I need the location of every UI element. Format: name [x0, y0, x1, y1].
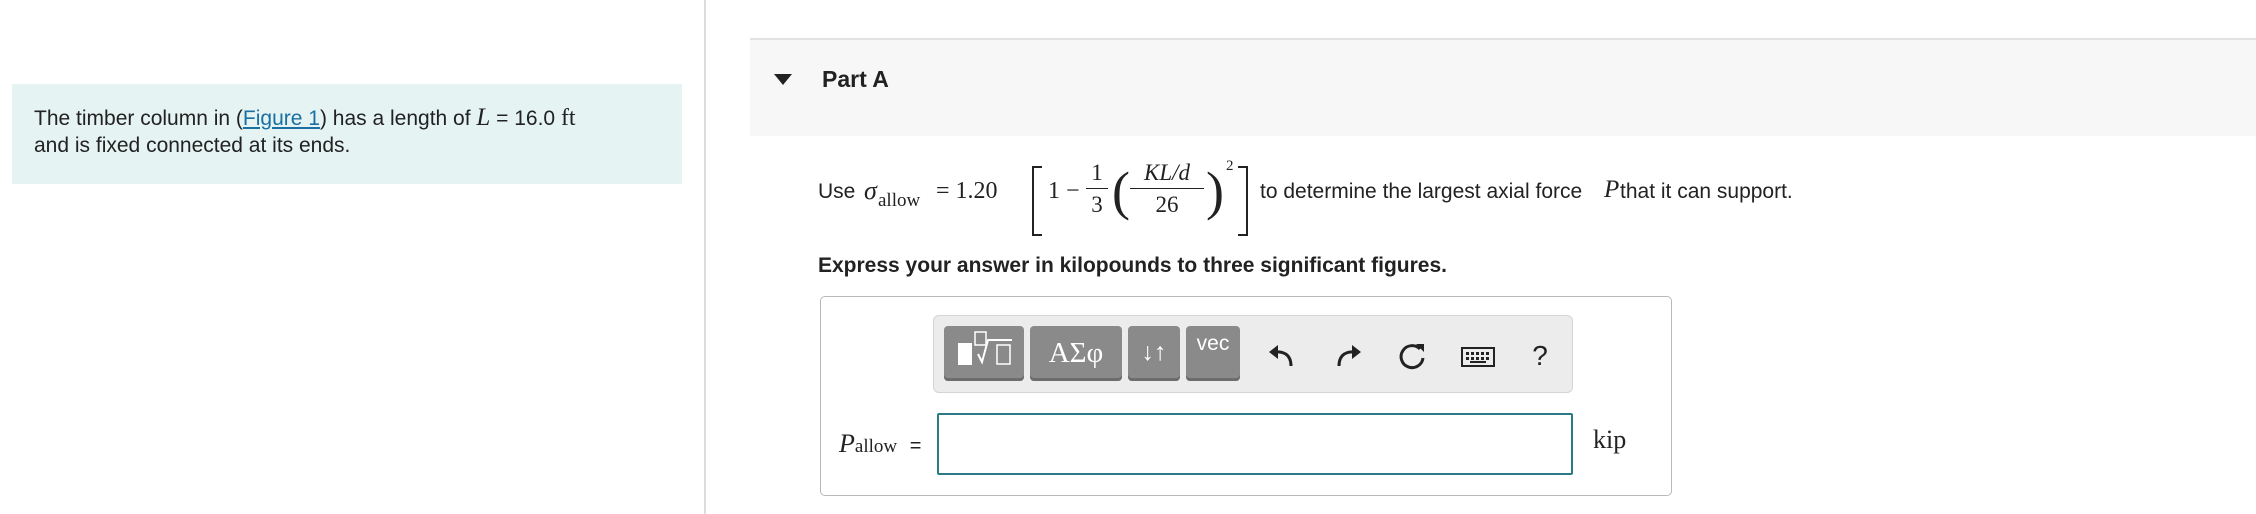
- answer-equals: =: [909, 435, 922, 457]
- figure-link[interactable]: Figure 1: [243, 107, 320, 130]
- exponent: 2: [1226, 158, 1234, 174]
- instruction-suffix: to determine the largest axial force: [1260, 180, 1583, 203]
- force-symbol: P: [1604, 176, 1620, 203]
- subscript-superscript-button[interactable]: ↓↑: [1128, 326, 1180, 381]
- greek-symbols-button[interactable]: ΑΣφ: [1030, 326, 1122, 381]
- sigma-symbol: σ: [864, 176, 877, 205]
- sigma-subscript: allow: [878, 190, 921, 211]
- question-pane: Part A Use σ allow = 1.20 1 − 1 3 ( KL/d…: [706, 0, 2256, 514]
- left-bracket: [1032, 166, 1042, 236]
- answer-panel: ΑΣφ ↓↑ vec ? Pallow = kip: [820, 296, 1672, 496]
- answer-label: Pallow =: [839, 429, 921, 459]
- fraction-one-third: 1 3: [1086, 160, 1108, 218]
- instruction-formula: Use σ allow = 1.20 1 − 1 3 ( KL/d 26 ) 2…: [818, 158, 2218, 238]
- problem-line-2: and is fixed connected at its ends.: [34, 134, 351, 157]
- fraction-denominator: 26: [1155, 192, 1179, 217]
- collapse-caret-icon[interactable]: [774, 74, 792, 85]
- fraction-numerator: KL/d: [1130, 160, 1204, 189]
- part-header[interactable]: [750, 40, 2256, 136]
- unit-label: kip: [1593, 425, 1627, 454]
- length-unit: ft: [560, 105, 576, 131]
- left-paren: (: [1112, 161, 1130, 221]
- problem-text: ) has a length of: [319, 107, 477, 130]
- answer-symbol: P: [839, 429, 855, 458]
- one-minus: 1 −: [1048, 178, 1080, 204]
- part-title[interactable]: Part A: [822, 66, 889, 93]
- help-icon[interactable]: ?: [1522, 340, 1558, 372]
- math-toolbar: ΑΣφ ↓↑ vec ?: [933, 315, 1573, 393]
- keyboard-icon[interactable]: [1458, 340, 1498, 372]
- templates-button[interactable]: [944, 326, 1024, 381]
- problem-statement: The timber column in (Figure 1) has a le…: [12, 84, 682, 184]
- vector-button[interactable]: vec: [1186, 326, 1240, 381]
- coefficient: = 1.20: [936, 178, 998, 204]
- answer-subscript: allow: [854, 436, 898, 457]
- answer-instructions: Express your answer in kilopounds to thr…: [818, 254, 1447, 277]
- length-value: = 16.0: [490, 107, 561, 130]
- problem-text: The timber column in (: [34, 107, 243, 130]
- template-icon: [958, 331, 1012, 365]
- right-paren: ): [1206, 161, 1224, 221]
- problem-pane: The timber column in (Figure 1) has a le…: [0, 0, 704, 514]
- right-bracket: [1238, 166, 1248, 236]
- reset-icon[interactable]: [1394, 340, 1430, 372]
- length-symbol: L: [476, 104, 491, 131]
- undo-icon[interactable]: [1264, 340, 1300, 372]
- redo-icon[interactable]: [1330, 340, 1366, 372]
- answer-input[interactable]: [937, 413, 1573, 475]
- fraction-kld: KL/d 26: [1130, 160, 1204, 218]
- instruction-suffix-end: that it can support.: [1620, 180, 1793, 203]
- fraction-denominator: 3: [1091, 192, 1103, 217]
- problem-line-1: The timber column in (Figure 1) has a le…: [34, 104, 660, 132]
- use-text: Use: [818, 180, 856, 203]
- fraction-numerator: 1: [1086, 160, 1108, 189]
